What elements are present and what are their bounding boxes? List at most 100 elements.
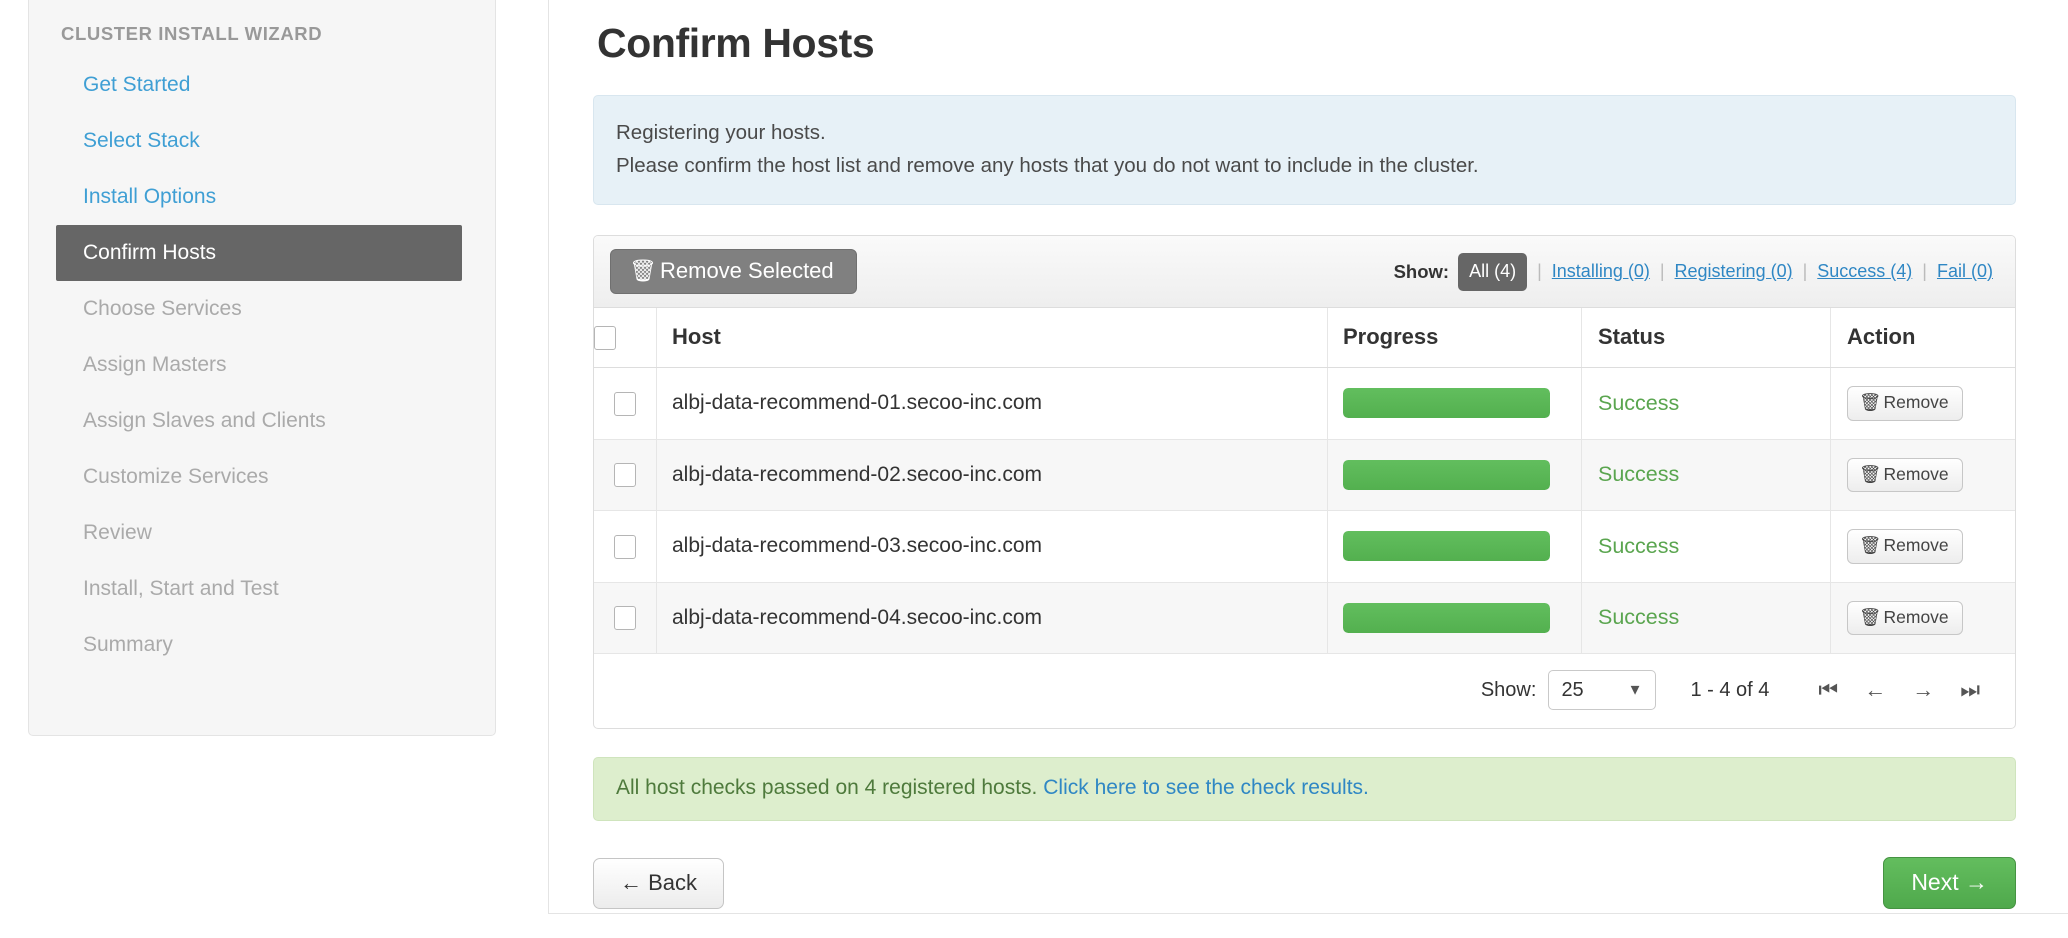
sidebar-item-get-started[interactable]: Get Started <box>29 57 495 113</box>
progress-bar <box>1343 388 1550 419</box>
remove-host-label: Remove <box>1883 463 1949 484</box>
action-cell: 🗑 Remove <box>1830 510 2015 583</box>
filter-registering[interactable]: Registering (0) <box>1675 261 1793 282</box>
table-row: albj-data-recommend-04.secoo-inc.com Suc… <box>594 582 2015 655</box>
sidebar-item-select-stack[interactable]: Select Stack <box>29 113 495 169</box>
page-size-select-wrapper: 10 25 50 100 ▼ <box>1548 670 1657 711</box>
sidebar-item-confirm-hosts[interactable]: Confirm Hosts <box>56 225 462 281</box>
status-badge: Success <box>1598 533 1680 558</box>
sidebar-item-install-options[interactable]: Install Options <box>29 169 495 225</box>
column-header-progress: Progress <box>1327 308 1582 369</box>
table-row: albj-data-recommend-03.secoo-inc.com Suc… <box>594 510 2015 583</box>
remove-selected-button[interactable]: 🗑 Remove Selected <box>610 249 857 294</box>
host-name: albj-data-recommend-01.secoo-inc.com <box>656 367 1328 440</box>
wizard-sidebar: CLUSTER INSTALL WIZARD Get Started Selec… <box>28 0 496 736</box>
progress-cell <box>1327 367 1582 440</box>
sidebar-item-label: Install Options <box>83 185 217 208</box>
cluster-install-wizard-page: CLUSTER INSTALL WIZARD Get Started Selec… <box>0 0 2068 938</box>
sidebar-item-summary: Summary <box>29 617 495 673</box>
registering-info-alert: Registering your hosts. Please confirm t… <box>593 95 2016 205</box>
hosts-table-toolbar: 🗑 Remove Selected Show: All (4) | Instal… <box>594 236 2015 308</box>
sidebar-item-choose-services: Choose Services <box>29 281 495 337</box>
sidebar-item-label: Assign Slaves and Clients <box>83 409 326 432</box>
page-size-label: Show: <box>1480 678 1537 701</box>
host-name: albj-data-recommend-03.secoo-inc.com <box>656 510 1328 583</box>
check-results-link[interactable]: Click here to see the check results. <box>1043 776 1369 799</box>
table-header-row: Host Progress Status Action <box>594 308 2015 369</box>
page-title: Confirm Hosts <box>597 20 875 66</box>
filter-installing[interactable]: Installing (0) <box>1552 261 1650 282</box>
row-select-cell <box>594 510 657 583</box>
hosts-table-panel: 🗑 Remove Selected Show: All (4) | Instal… <box>593 235 2016 730</box>
info-alert-line-1: Registering your hosts. <box>616 121 826 144</box>
hosts-table-head: Host Progress Status Action <box>594 308 2015 369</box>
status-cell: Success <box>1581 367 1831 440</box>
progress-cell <box>1327 439 1582 512</box>
filter-fail[interactable]: Fail (0) <box>1937 261 1993 282</box>
sidebar-item-label: Install, Start and Test <box>83 577 279 600</box>
row-select-cell <box>594 367 657 440</box>
filter-show-label: Show: <box>1393 260 1450 282</box>
column-header-host: Host <box>656 308 1328 369</box>
wizard-step-list: Get Started Select Stack Install Options… <box>29 57 495 673</box>
row-select-cell <box>594 439 657 512</box>
main-content: Confirm Hosts Registering your hosts. Pl… <box>548 0 2068 914</box>
success-alert-text: All host checks passed on 4 registered h… <box>616 776 1038 800</box>
action-cell: 🗑 Remove <box>1830 582 2015 655</box>
select-all-header <box>594 308 657 369</box>
trash-icon: 🗑 <box>1859 535 1882 556</box>
remove-selected-label: Remove Selected <box>660 258 834 283</box>
row-checkbox[interactable] <box>614 534 636 559</box>
first-page-icon[interactable]: ⏮ <box>1805 679 1851 701</box>
column-header-action: Action <box>1830 308 2015 369</box>
sidebar-item-review: Review <box>29 505 495 561</box>
sidebar-title: CLUSTER INSTALL WIZARD <box>61 23 323 44</box>
row-checkbox[interactable] <box>614 463 636 488</box>
next-page-icon[interactable]: → <box>1899 679 1947 701</box>
select-all-checkbox[interactable] <box>594 326 616 351</box>
host-name: albj-data-recommend-02.secoo-inc.com <box>656 439 1328 512</box>
info-alert-line-2: Please confirm the host list and remove … <box>616 154 1479 177</box>
sidebar-item-customize-services: Customize Services <box>29 449 495 505</box>
sidebar-item-install-start-and-test: Install, Start and Test <box>29 561 495 617</box>
sidebar-item-label: Select Stack <box>83 129 200 152</box>
remove-host-button[interactable]: 🗑 Remove <box>1847 529 1963 564</box>
status-badge: Success <box>1598 390 1680 415</box>
progress-fill <box>1343 531 1550 562</box>
remove-host-button[interactable]: 🗑 Remove <box>1847 600 1963 636</box>
filter-all[interactable]: All (4) <box>1458 252 1528 291</box>
trash-icon: 🗑 <box>1859 606 1882 627</box>
progress-bar <box>1343 602 1550 633</box>
action-cell: 🗑 Remove <box>1830 439 2015 512</box>
remove-host-label: Remove <box>1883 392 1949 413</box>
hosts-table-body: albj-data-recommend-01.secoo-inc.com Suc… <box>594 367 2015 655</box>
progress-cell <box>1327 582 1582 655</box>
remove-host-button[interactable]: 🗑 Remove <box>1847 457 1963 493</box>
remove-host-label: Remove <box>1883 606 1949 627</box>
wizard-footer: ← Back Next → <box>593 857 2016 910</box>
back-button[interactable]: ← Back <box>593 857 725 909</box>
status-badge: Success <box>1598 605 1680 630</box>
status-cell: Success <box>1581 582 1831 655</box>
table-row: albj-data-recommend-02.secoo-inc.com Suc… <box>594 439 2015 512</box>
progress-cell <box>1327 510 1582 583</box>
row-checkbox[interactable] <box>614 606 636 631</box>
filter-success[interactable]: Success (4) <box>1817 261 1912 282</box>
page-size-select[interactable]: 10 25 50 100 <box>1548 670 1657 711</box>
filter-separator: | <box>1802 261 1808 281</box>
status-cell: Success <box>1581 510 1831 583</box>
trash-icon: 🗑 <box>1859 463 1882 484</box>
last-page-icon[interactable]: ⏭ <box>1947 679 1993 701</box>
sidebar-item-label: Review <box>83 521 152 544</box>
filter-separator: | <box>1537 261 1542 281</box>
sidebar-item-label: Confirm Hosts <box>83 241 217 264</box>
remove-host-button[interactable]: 🗑 Remove <box>1847 386 1963 421</box>
row-checkbox[interactable] <box>614 391 636 416</box>
table-row: albj-data-recommend-01.secoo-inc.com Suc… <box>594 367 2015 440</box>
sidebar-item-label: Assign Masters <box>83 353 227 376</box>
next-button[interactable]: Next → <box>1883 857 2016 910</box>
trash-icon: 🗑 <box>1859 392 1882 413</box>
previous-page-icon[interactable]: ← <box>1851 679 1899 701</box>
column-header-status: Status <box>1581 308 1831 369</box>
progress-fill <box>1343 602 1550 633</box>
